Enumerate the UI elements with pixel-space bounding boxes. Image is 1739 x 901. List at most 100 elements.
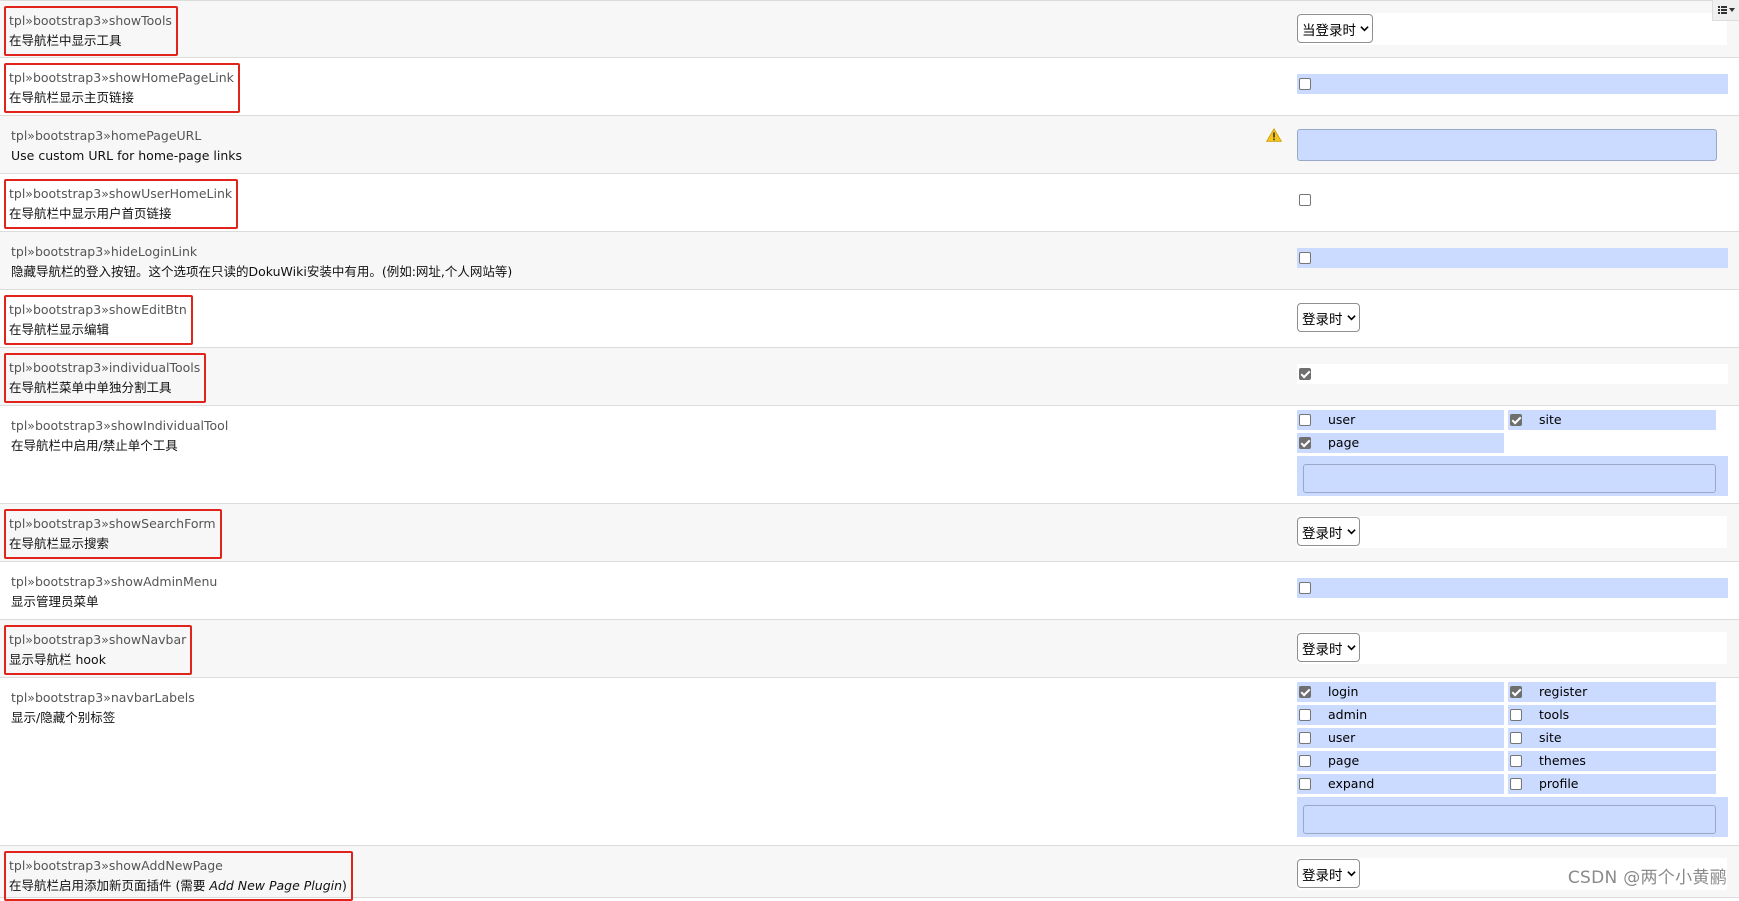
option-checkbox[interactable] (1510, 709, 1522, 721)
checkbox-background (1297, 248, 1728, 268)
option-checkbox[interactable] (1510, 732, 1522, 744)
setting-description: 在导航栏显示编辑 (9, 322, 110, 337)
setting-label: tpl»bootstrap3»showHomePageLink 在导航栏显示主页链… (4, 63, 240, 113)
setting-checkbox[interactable] (1299, 78, 1311, 90)
setting-row: tpl»bootstrap3»showIndividualTool 在导航栏中启用… (0, 406, 1739, 504)
setting-key: tpl»bootstrap3»showIndividualTool (11, 418, 229, 433)
setting-select[interactable]: 登录时 (1297, 303, 1360, 332)
option-label: profile (1539, 776, 1579, 791)
multi-extra-input[interactable] (1303, 464, 1716, 493)
option-checkbox[interactable] (1510, 414, 1522, 426)
setting-text-input[interactable] (1297, 129, 1717, 161)
setting-checkbox[interactable] (1299, 194, 1311, 206)
list-menu-icon (1717, 6, 1727, 14)
setting-key: tpl»bootstrap3»showTools (9, 13, 172, 28)
option-label: user (1328, 412, 1356, 427)
setting-key: tpl»bootstrap3»navbarLabels (11, 690, 195, 705)
option-label: login (1328, 684, 1359, 699)
setting-description: 在导航栏菜单中单独分割工具 (9, 380, 172, 395)
warning-icon (1266, 128, 1282, 142)
setting-row: tpl»bootstrap3»showTools 在导航栏中显示工具 当登录时 (0, 0, 1739, 58)
multi-extra-input[interactable] (1303, 805, 1716, 834)
setting-key: tpl»bootstrap3»showSearchForm (9, 516, 216, 531)
chevron-down-icon (1346, 315, 1356, 321)
setting-row: tpl»bootstrap3»individualTools 在导航栏菜单中单独分… (0, 348, 1739, 406)
setting-label: tpl»bootstrap3»showIndividualTool 在导航栏中启用… (6, 413, 234, 460)
option-checkbox[interactable] (1299, 778, 1311, 790)
chevron-down-icon (1346, 529, 1356, 535)
setting-label: tpl»bootstrap3»showAdminMenu 显示管理员菜单 (6, 569, 223, 616)
multi-option[interactable]: themes (1508, 751, 1716, 771)
multi-option[interactable]: user (1297, 410, 1504, 430)
option-checkbox[interactable] (1299, 709, 1311, 721)
option-checkbox[interactable] (1299, 755, 1311, 767)
option-checkbox[interactable] (1299, 437, 1311, 449)
setting-label: tpl»bootstrap3»navbarLabels 显示/隐藏个别标签 (6, 685, 201, 732)
setting-description: 在导航栏中显示用户首页链接 (9, 206, 172, 221)
option-label: site (1539, 730, 1562, 745)
setting-select[interactable]: 登录时 (1297, 859, 1360, 888)
checkbox-background (1297, 578, 1728, 598)
setting-row: tpl»bootstrap3»showUserHomeLink 在导航栏中显示用户… (0, 174, 1739, 232)
option-checkbox[interactable] (1299, 732, 1311, 744)
setting-label: tpl»bootstrap3»showNavbar 显示导航栏 hook (4, 625, 193, 675)
option-checkbox[interactable] (1510, 755, 1522, 767)
setting-label: tpl»bootstrap3»showAddNewPage 在导航栏启用添加新页面… (4, 851, 353, 901)
option-checkbox[interactable] (1510, 686, 1522, 698)
setting-checkbox[interactable] (1299, 368, 1311, 380)
setting-row: tpl»bootstrap3»showSearchForm 在导航栏显示搜索 登录时 (0, 504, 1739, 562)
setting-label: tpl»bootstrap3»showUserHomeLink 在导航栏中显示用户… (4, 179, 239, 229)
select-background (1297, 516, 1727, 548)
multi-option[interactable]: user (1297, 728, 1504, 748)
setting-row: tpl»bootstrap3»showHomePageLink 在导航栏显示主页链… (0, 58, 1739, 116)
watermark: CSDN @两个小黄鹂 (1567, 868, 1727, 888)
checkbox-background (1297, 364, 1728, 384)
setting-description: 在导航栏中显示工具 (9, 33, 122, 48)
multi-option[interactable]: expand (1297, 774, 1504, 794)
multi-option[interactable]: tools (1508, 705, 1716, 725)
option-label: register (1539, 684, 1588, 699)
setting-row: tpl»bootstrap3»showNavbar 显示导航栏 hook 登录时 (0, 620, 1739, 678)
setting-description: 隐藏导航栏的登入按钮。这个选项在只读的DokuWiki安装中有用。(例如:网址,… (11, 264, 513, 279)
setting-row: tpl»bootstrap3»showAddNewPage 在导航栏启用添加新页面… (0, 846, 1739, 901)
list-menu-button[interactable] (1712, 0, 1739, 21)
chevron-down-icon (1346, 871, 1356, 877)
setting-description: 在导航栏显示搜索 (9, 536, 110, 551)
setting-key: tpl»bootstrap3»showUserHomeLink (9, 186, 233, 201)
setting-row: tpl»bootstrap3»hideLoginLink 隐藏导航栏的登入按钮。这… (0, 232, 1739, 290)
setting-checkbox[interactable] (1299, 252, 1311, 264)
setting-select[interactable]: 当登录时 (1297, 14, 1373, 43)
multi-option[interactable]: login (1297, 682, 1504, 702)
setting-row: tpl»bootstrap3»showEditBtn 在导航栏显示编辑 登录时 (0, 290, 1739, 348)
multi-extra-input-area (1297, 456, 1728, 496)
option-checkbox[interactable] (1299, 686, 1311, 698)
multi-option[interactable]: site (1508, 728, 1716, 748)
option-label: user (1328, 730, 1356, 745)
checkbox-background (1297, 74, 1728, 94)
multi-extra-input-area (1297, 797, 1728, 837)
option-label: page (1328, 753, 1360, 768)
setting-description: 显示管理员菜单 (11, 594, 99, 609)
option-checkbox[interactable] (1510, 778, 1522, 790)
multi-option[interactable]: page (1297, 751, 1504, 771)
option-label: site (1539, 412, 1562, 427)
multi-option[interactable]: page (1297, 433, 1504, 453)
setting-label: tpl»bootstrap3»hideLoginLink 隐藏导航栏的登入按钮。这… (6, 239, 518, 286)
config-settings-table: tpl»bootstrap3»showTools 在导航栏中显示工具 当登录时 tpl… (0, 0, 1739, 901)
multi-option[interactable]: profile (1508, 774, 1716, 794)
setting-key: tpl»bootstrap3»showAddNewPage (9, 858, 223, 873)
setting-select[interactable]: 登录时 (1297, 633, 1360, 662)
option-checkbox[interactable] (1299, 414, 1311, 426)
setting-description: 在导航栏启用添加新页面插件 (需要 Add New Page Plugin) (9, 878, 347, 893)
chevron-down-icon (1728, 8, 1735, 12)
setting-row: tpl»bootstrap3»showAdminMenu 显示管理员菜单 (0, 562, 1739, 620)
setting-checkbox[interactable] (1299, 582, 1311, 594)
multi-option[interactable]: site (1508, 410, 1716, 430)
setting-description: 显示/隐藏个别标签 (11, 710, 116, 725)
setting-description: Use custom URL for home-page links (11, 148, 243, 163)
option-label: page (1328, 435, 1360, 450)
multi-option[interactable]: register (1508, 682, 1716, 702)
multi-option[interactable]: admin (1297, 705, 1504, 725)
option-label: tools (1539, 707, 1570, 722)
setting-select[interactable]: 登录时 (1297, 517, 1360, 546)
